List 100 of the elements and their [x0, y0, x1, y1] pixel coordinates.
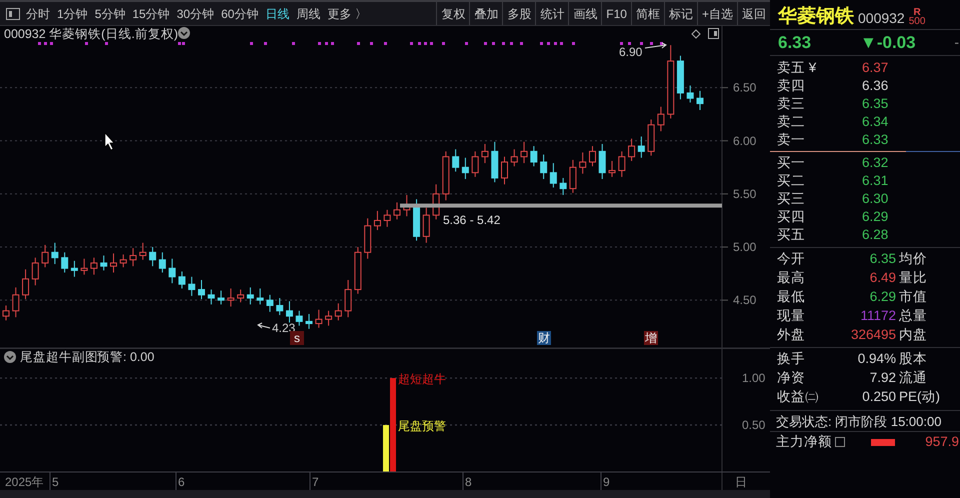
candlestick	[560, 177, 567, 196]
x-axis-label: 9	[603, 475, 610, 489]
candlestick	[686, 85, 694, 104]
order-price: 6.29	[862, 208, 888, 226]
period-tab[interactable]: 日线	[265, 4, 290, 22]
mouse-cursor-icon	[104, 132, 115, 150]
y-axis-label: 4.50	[733, 293, 756, 308]
period-tab[interactable]: 更多 〉	[327, 4, 367, 22]
candlestick	[42, 244, 49, 268]
event-marker[interactable]: s	[290, 331, 304, 345]
x-axis-label: 6	[178, 475, 185, 489]
event-marker[interactable]: 增	[644, 331, 658, 345]
event-marker[interactable]: 财	[537, 331, 551, 345]
candlestick	[628, 138, 636, 162]
toolbar-button[interactable]: 多股	[502, 2, 536, 25]
stat-label: PE(动)	[899, 388, 940, 406]
order-price: 6.28	[862, 226, 888, 244]
candlestick	[618, 150, 626, 178]
candlestick	[198, 279, 205, 300]
candlestick	[579, 152, 586, 174]
candlestick	[472, 150, 479, 178]
signal-label: 超短超牛	[398, 372, 446, 386]
period-tab[interactable]: 5分钟	[94, 4, 126, 22]
order-price: 6.34	[862, 113, 888, 131]
period-tab[interactable]: 分时	[26, 4, 50, 22]
toolbar-button[interactable]: +自选	[696, 2, 737, 25]
candlestick	[208, 289, 215, 305]
period-tab[interactable]: 60分钟	[221, 4, 258, 22]
candlestick	[306, 314, 313, 330]
toolbar-button[interactable]: 简框	[630, 2, 664, 25]
toolbar-button[interactable]: F10	[601, 2, 631, 25]
candlestick	[61, 252, 68, 274]
pointer-arrow	[257, 322, 270, 328]
stat-value: 6.35	[868, 250, 897, 268]
candlestick	[608, 160, 616, 178]
candlestick	[648, 119, 655, 156]
candlestick	[51, 242, 58, 265]
candlestick	[227, 288, 234, 308]
candlestick	[384, 209, 391, 228]
candlestick	[90, 257, 98, 276]
y-axis-label: 1.00	[742, 371, 766, 386]
candlestick	[696, 90, 704, 110]
list-icon[interactable]	[835, 437, 845, 447]
candlestick	[393, 202, 400, 220]
order-level-label: 卖四	[777, 77, 806, 95]
candlestick	[491, 141, 498, 183]
stat-value: 6.29	[868, 288, 897, 306]
candlestick	[2, 305, 10, 321]
candlestick	[462, 157, 469, 180]
candlestick	[80, 258, 88, 276]
candlestick	[452, 148, 460, 172]
order-level-label: 买五	[777, 226, 806, 244]
panel-toggle-icon[interactable]	[708, 28, 719, 39]
order-level-label: 买三	[777, 190, 806, 208]
toolbar-button[interactable]: 叠加	[469, 2, 502, 25]
toolbar-button[interactable]: 画线	[568, 2, 602, 25]
y-axis-label: 0.50	[742, 418, 766, 432]
candlestick	[550, 162, 557, 188]
candlestick	[12, 286, 20, 318]
candlestick	[266, 294, 274, 312]
panel-toggle-icon[interactable]	[6, 8, 20, 20]
period-tab[interactable]: 15分钟	[132, 4, 170, 22]
x-axis-label: 5	[52, 475, 59, 489]
stat-label: 外盘	[777, 326, 806, 344]
badge-number: 500	[908, 17, 926, 26]
chart-title: 000932 华菱钢铁(日线.前复权)	[4, 27, 178, 41]
toolbar-button[interactable]: 统计	[535, 2, 568, 25]
candlestick	[588, 146, 596, 167]
candlestick	[296, 310, 303, 326]
candlestick	[344, 279, 352, 318]
candlestick	[218, 290, 225, 305]
toolbar-button[interactable]: 标记	[664, 2, 697, 25]
period-tab[interactable]: 30分钟	[176, 4, 214, 22]
chevron-icon[interactable]	[178, 27, 190, 39]
candlestick	[364, 218, 372, 260]
candlestick	[188, 276, 196, 296]
stat-label: 今开	[777, 250, 806, 268]
y-axis-label: 6.50	[733, 80, 756, 95]
candlestick	[598, 143, 606, 180]
toolbar-button[interactable]: 复权	[436, 2, 470, 25]
y-axis-label: 6.00	[733, 134, 756, 148]
order-level-label: 卖三	[777, 95, 806, 113]
order-price: 6.35	[862, 95, 888, 113]
order-level-label: 买四	[777, 208, 806, 226]
candlestick	[237, 289, 244, 303]
period-tab[interactable]: 1分钟	[57, 4, 88, 22]
candlestick	[520, 141, 528, 164]
period-tab[interactable]: 周线	[296, 4, 320, 22]
candlestick	[256, 288, 264, 305]
candlestick	[246, 286, 254, 305]
high-price-label: 6.90	[619, 45, 642, 59]
chevron-icon[interactable]	[4, 351, 16, 363]
y-axis-label: 5.00	[733, 240, 756, 254]
candlestick	[110, 252, 118, 274]
candlestick	[354, 246, 362, 294]
warning-value: 预警: 0.00	[97, 350, 154, 364]
diamond-icon[interactable]	[691, 29, 701, 39]
candlestick	[120, 254, 127, 268]
candlestick	[374, 210, 381, 231]
order-price: 6.30	[862, 190, 888, 208]
